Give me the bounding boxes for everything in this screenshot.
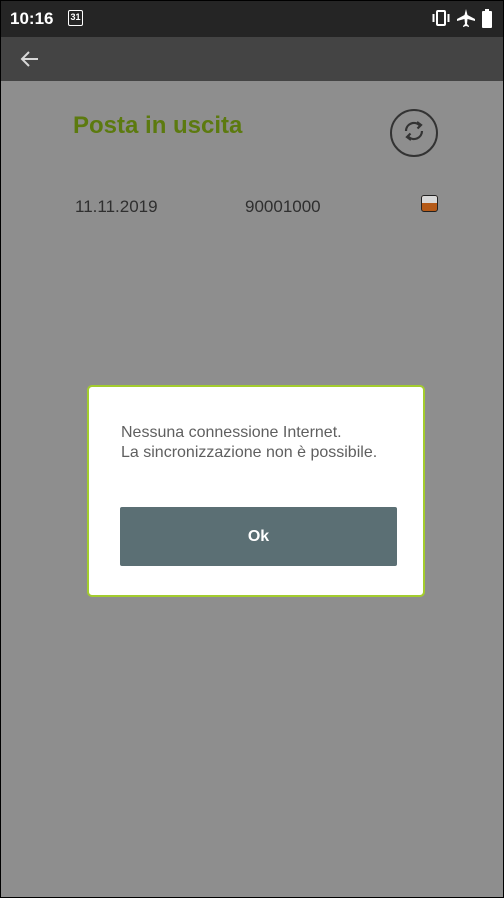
back-arrow-icon[interactable]: [18, 47, 42, 76]
ok-button[interactable]: Ok: [120, 507, 397, 566]
battery-icon: [481, 9, 493, 34]
sync-button[interactable]: [390, 109, 438, 157]
row-date: 11.11.2019: [75, 197, 158, 216]
status-time: 10:16: [10, 9, 54, 28]
half-filled-status-icon: [421, 195, 438, 212]
status-bar: 10:16 31: [1, 1, 503, 37]
alert-dialog: Nessuna connessione Internet. La sincron…: [87, 385, 425, 597]
row-number: 90001000: [245, 197, 321, 216]
screen: 10:16 31 Posta in uscita 11.11.2019 9000…: [0, 0, 504, 898]
app-bar: [1, 37, 503, 81]
dialog-message: Nessuna connessione Internet. La sincron…: [121, 424, 378, 461]
vibrate-icon: [431, 8, 451, 33]
page-title: Posta in uscita: [73, 112, 243, 139]
calendar-icon: 31: [68, 10, 83, 26]
airplane-mode-icon: [456, 8, 476, 33]
sync-icon: [399, 116, 429, 151]
